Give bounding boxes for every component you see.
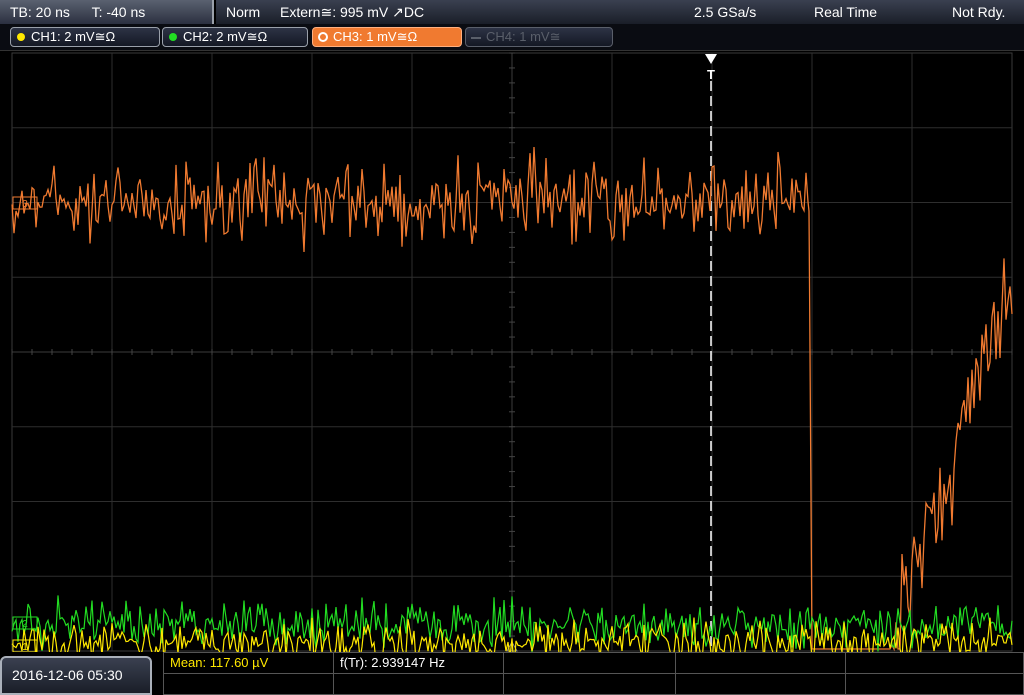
waveform-canvas: T321 bbox=[11, 52, 1013, 653]
frequency-measurement[interactable]: f(Tr): 2.939147 Hz bbox=[333, 653, 503, 674]
ch4-off-indicator bbox=[471, 37, 481, 39]
trigger-position-value: T: -40 ns bbox=[91, 4, 146, 20]
ch4-button[interactable]: CH4: 1 mV≅ bbox=[465, 27, 613, 47]
datetime-text: 2016-12-06 05:30 bbox=[12, 667, 123, 683]
timebase-value: TB: 20 ns bbox=[10, 4, 70, 20]
datetime-display: 2016-12-06 05:30 bbox=[0, 656, 152, 695]
trigger-source: Extern≅: 995 mV ↗DC bbox=[280, 4, 425, 20]
status-bar: TB: 20 ns T: -40 ns Norm Extern≅: 995 mV… bbox=[0, 0, 1024, 24]
measurement-slot-4[interactable] bbox=[675, 653, 845, 674]
measurement-slot-10[interactable] bbox=[845, 674, 1024, 695]
trigger-mode: Norm bbox=[226, 4, 261, 20]
measurement-slot-6[interactable] bbox=[163, 674, 333, 695]
waveform-display[interactable]: T321 bbox=[0, 50, 1024, 653]
timebase-panel[interactable]: TB: 20 ns T: -40 ns bbox=[0, 0, 214, 24]
ch1-color-dot bbox=[17, 33, 25, 41]
trigger-marker-icon bbox=[705, 54, 717, 64]
status-text: Not Rdy. bbox=[952, 4, 1006, 20]
bottom-bar: 2016-12-06 05:30 Mean: 117.60 µV f(Tr): … bbox=[0, 652, 1024, 695]
measurement-slot-9[interactable] bbox=[675, 674, 845, 695]
channel-bar: CH1: 2 mV≅Ω CH2: 2 mV≅Ω CH3: 1 mV≅Ω CH4:… bbox=[0, 24, 1024, 50]
measurement-panel[interactable]: Mean: 117.60 µV f(Tr): 2.939147 Hz bbox=[163, 652, 1024, 695]
measurement-slot-7[interactable] bbox=[333, 674, 503, 695]
acquisition-mode: Real Time bbox=[814, 4, 878, 20]
ch2-color-dot bbox=[169, 33, 177, 41]
ch1-button[interactable]: CH1: 2 mV≅Ω bbox=[10, 27, 160, 47]
measurement-slot-3[interactable] bbox=[503, 653, 675, 674]
ch4-label: CH4: 1 mV≅ bbox=[486, 29, 561, 44]
measurement-slot-8[interactable] bbox=[503, 674, 675, 695]
ch3-color-dot bbox=[319, 33, 327, 41]
ch3-button[interactable]: CH3: 1 mV≅Ω bbox=[312, 27, 462, 47]
measurement-slot-5[interactable] bbox=[845, 653, 1024, 674]
trigger-label: T bbox=[707, 67, 715, 82]
ch3-ground-marker-label: 3 bbox=[22, 199, 28, 210]
sample-rate: 2.5 GSa/s bbox=[694, 4, 757, 20]
ch2-label: CH2: 2 mV≅Ω bbox=[183, 29, 268, 44]
ch2-button[interactable]: CH2: 2 mV≅Ω bbox=[162, 27, 308, 47]
ch3-label: CH3: 1 mV≅Ω bbox=[333, 29, 418, 44]
trigger-panel[interactable]: Norm Extern≅: 995 mV ↗DC 2.5 GSa/s Real … bbox=[216, 0, 1024, 24]
ch1-label: CH1: 2 mV≅Ω bbox=[31, 29, 116, 44]
ch2-ground-marker-label: 2 bbox=[22, 619, 28, 630]
mean-measurement[interactable]: Mean: 117.60 µV bbox=[163, 653, 333, 674]
